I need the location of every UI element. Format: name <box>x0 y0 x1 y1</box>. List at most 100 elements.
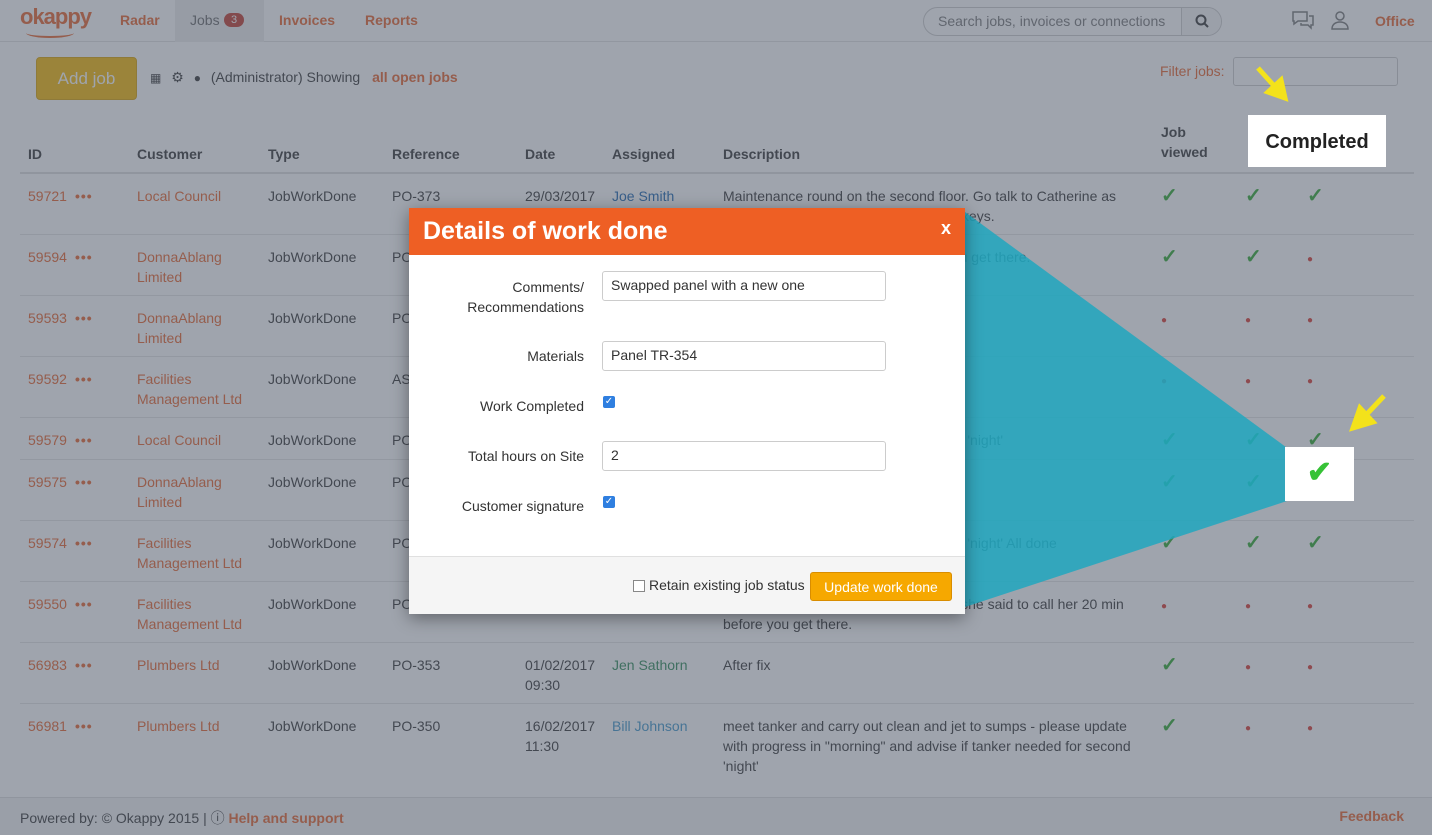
check-status-icon: ✓ <box>1161 246 1178 268</box>
col-type[interactable]: Type <box>260 118 384 174</box>
dot-status-icon: ● <box>1307 376 1314 387</box>
job-type: JobWorkDone <box>268 596 357 612</box>
completed-callout: Completed <box>1248 115 1386 167</box>
col-reference[interactable]: Reference <box>384 118 517 174</box>
nav-invoices[interactable]: Invoices <box>279 12 335 28</box>
job-type: JobWorkDone <box>268 474 357 490</box>
row-menu-icon[interactable]: ••• <box>75 310 93 326</box>
update-work-done-button[interactable]: Update work done <box>810 572 952 601</box>
comments-textarea[interactable]: Swapped panel with a new one <box>602 271 886 301</box>
dot-status-icon: ● <box>1245 723 1252 734</box>
customer-link[interactable]: Local Council <box>137 188 221 204</box>
assigned-link[interactable]: Joe Smith <box>612 188 674 204</box>
customer-link[interactable]: Facilities Management Ltd <box>137 596 242 632</box>
job-date: 01/02/2017 09:30 <box>525 657 596 693</box>
dot-status-icon: ● <box>1307 315 1314 326</box>
job-id-link[interactable]: 59575 <box>28 474 67 490</box>
footer-powered: Powered by: © Okappy 2015 | ⓘ Help and s… <box>20 810 344 826</box>
row-menu-icon[interactable]: ••• <box>75 249 93 265</box>
info-icon[interactable]: ● <box>194 71 201 85</box>
dot-status-icon: ● <box>1307 254 1314 265</box>
completed-check-callout-icon: ✔ <box>1285 447 1354 501</box>
customer-link[interactable]: Local Council <box>137 432 221 448</box>
col-date[interactable]: Date <box>517 118 604 174</box>
customer-link[interactable]: DonnaAblang Limited <box>137 249 222 285</box>
calendar-icon[interactable]: ▦ <box>150 71 161 85</box>
jobs-toolbar: Add job ▦ ⚙ ● (Administrator) Showing al… <box>0 43 1432 113</box>
materials-input[interactable]: Panel TR-354 <box>602 341 886 371</box>
job-type: JobWorkDone <box>268 657 357 673</box>
job-id-link[interactable]: 59721 <box>28 188 67 204</box>
check-status-icon: ✓ <box>1307 185 1324 207</box>
filter-jobs-input[interactable] <box>1233 57 1398 86</box>
job-id-link[interactable]: 59574 <box>28 535 67 551</box>
job-type: JobWorkDone <box>268 432 357 448</box>
job-id-link[interactable]: 56983 <box>28 657 67 673</box>
signature-checkbox[interactable]: ✓ <box>603 496 615 508</box>
row-menu-icon[interactable]: ••• <box>75 596 93 612</box>
job-id-link[interactable]: 59594 <box>28 249 67 265</box>
nav-reports[interactable]: Reports <box>365 12 418 28</box>
assigned-link[interactable]: Bill Johnson <box>612 718 688 734</box>
row-menu-icon[interactable]: ••• <box>75 657 93 673</box>
dot-status-icon: ● <box>1161 376 1168 387</box>
add-job-button[interactable]: Add job <box>36 57 137 100</box>
col-job-viewed[interactable]: Job viewed <box>1153 118 1237 174</box>
row-menu-icon[interactable]: ••• <box>75 718 93 734</box>
help-support-link[interactable]: Help and support <box>229 810 344 826</box>
showing-filter-link[interactable]: all open jobs <box>372 69 458 85</box>
office-menu[interactable]: Office <box>1375 13 1415 29</box>
gear-icon[interactable]: ⚙ <box>171 69 184 85</box>
job-id-link[interactable]: 59592 <box>28 371 67 387</box>
job-type: JobWorkDone <box>268 535 357 551</box>
work-completed-checkbox[interactable]: ✓ <box>603 396 615 408</box>
top-navbar: okappy Radar Jobs 3 Invoices Reports Off… <box>0 0 1432 42</box>
close-icon[interactable]: x <box>941 218 951 239</box>
customer-link[interactable]: Facilities Management Ltd <box>137 535 242 571</box>
hours-input[interactable]: 2 <box>602 441 886 471</box>
row-menu-icon[interactable]: ••• <box>75 432 93 448</box>
row-menu-icon[interactable]: ••• <box>75 188 93 204</box>
row-menu-icon[interactable]: ••• <box>75 474 93 490</box>
work-done-dialog: Details of work done x Comments/ Recomme… <box>409 208 965 614</box>
user-alert-icon[interactable] <box>1328 9 1352 31</box>
customer-link[interactable]: Plumbers Ltd <box>137 718 219 734</box>
job-id-link[interactable]: 59593 <box>28 310 67 326</box>
search-button[interactable] <box>1181 8 1221 35</box>
retain-status-option[interactable]: Retain existing job status <box>633 577 805 593</box>
retain-status-label: Retain existing job status <box>649 577 805 593</box>
check-status-icon: ✓ <box>1245 429 1262 451</box>
okappy-logo[interactable]: okappy <box>20 4 92 38</box>
customer-link[interactable]: DonnaAblang Limited <box>137 474 222 510</box>
customer-link[interactable]: Facilities Management Ltd <box>137 371 242 407</box>
col-id[interactable]: ID <box>20 118 129 174</box>
row-menu-icon[interactable]: ••• <box>75 371 93 387</box>
job-type: JobWorkDone <box>268 249 357 265</box>
nav-jobs[interactable]: Jobs 3 <box>175 0 264 42</box>
customer-link[interactable]: DonnaAblang Limited <box>137 310 222 346</box>
signature-label: Customer signature <box>461 498 584 514</box>
dialog-title: Details of work done <box>423 217 668 245</box>
search-input[interactable] <box>938 13 1188 29</box>
job-id-link[interactable]: 56981 <box>28 718 67 734</box>
job-id-link[interactable]: 59579 <box>28 432 67 448</box>
row-menu-icon[interactable]: ••• <box>75 535 93 551</box>
col-assigned[interactable]: Assigned <box>604 118 715 174</box>
assigned-link[interactable]: Jen Sathorn <box>612 657 688 673</box>
showing-info: ▦ ⚙ ● (Administrator) Showing all open j… <box>150 69 458 86</box>
dot-status-icon: ● <box>1307 723 1314 734</box>
chat-icon[interactable] <box>1291 9 1315 31</box>
col-customer[interactable]: Customer <box>129 118 260 174</box>
table-row[interactable]: 56983 ••• Plumbers Ltd JobWorkDone PO-353 01/… <box>20 642 1414 704</box>
customer-link[interactable]: Plumbers Ltd <box>137 657 219 673</box>
help-icon: ⓘ <box>210 810 225 826</box>
col-description[interactable]: Description <box>715 118 1153 174</box>
check-status-icon: ✓ <box>1245 471 1262 493</box>
table-row[interactable]: 56981 ••• Plumbers Ltd JobWorkDone PO-350 16/… <box>20 703 1414 784</box>
job-id-link[interactable]: 59550 <box>28 596 67 612</box>
retain-status-checkbox[interactable] <box>633 580 645 592</box>
nav-radar[interactable]: Radar <box>120 12 160 28</box>
dot-status-icon: ● <box>1245 601 1252 612</box>
work-completed-label: Work Completed <box>479 398 584 414</box>
feedback-link[interactable]: Feedback <box>1339 808 1404 824</box>
